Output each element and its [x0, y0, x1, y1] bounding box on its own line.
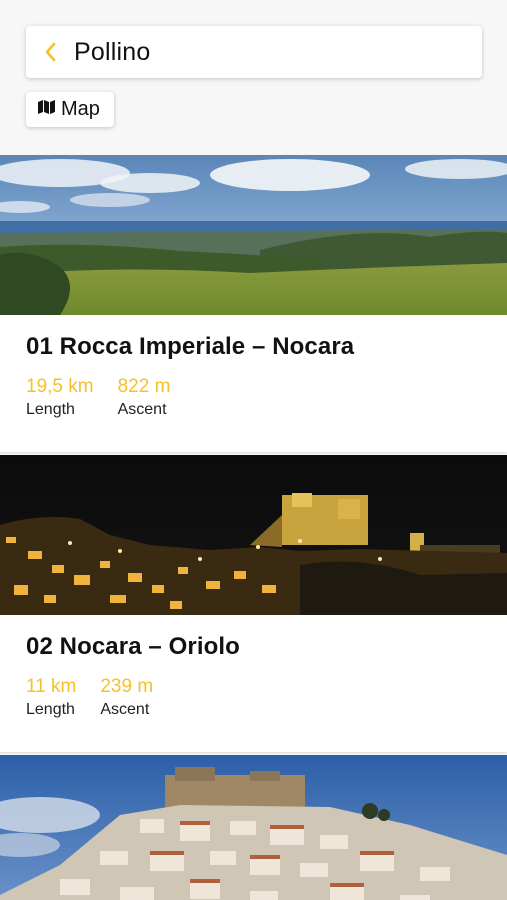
map-icon — [38, 100, 55, 119]
ascent-value: 239 m — [100, 676, 154, 697]
back-button[interactable] — [26, 26, 74, 78]
length-value: 11 km — [26, 676, 77, 697]
stage-title: 01 Rocca Imperiale – Nocara — [26, 333, 355, 360]
map-button[interactable]: Map — [26, 92, 114, 127]
stage-card[interactable] — [0, 755, 507, 900]
chevron-left-icon — [43, 41, 57, 63]
ascent-label: Ascent — [117, 401, 167, 418]
length-value: 19,5 km — [26, 376, 94, 397]
page-title: Pollino — [74, 37, 151, 66]
coastal-landscape-photo — [0, 155, 507, 315]
length-label: Length — [26, 701, 75, 718]
stage-card[interactable]: 02 Nocara – Oriolo 11 km Length 239 m As… — [0, 455, 507, 752]
ascent-value: 822 m — [117, 376, 171, 397]
map-button-label: Map — [61, 98, 100, 120]
header-bar: Pollino — [26, 26, 482, 78]
hilltop-village-photo — [0, 755, 507, 900]
screen: Pollino Map 01 Rocca Imperiale – Nocara … — [0, 0, 507, 900]
length-label: Length — [26, 401, 75, 418]
stage-card[interactable]: 01 Rocca Imperiale – Nocara 19,5 km Leng… — [0, 155, 507, 452]
ascent-label: Ascent — [100, 701, 150, 718]
night-castle-town-photo — [0, 455, 507, 615]
stage-title: 02 Nocara – Oriolo — [26, 633, 240, 660]
stage-list: 01 Rocca Imperiale – Nocara 19,5 km Leng… — [0, 155, 507, 900]
